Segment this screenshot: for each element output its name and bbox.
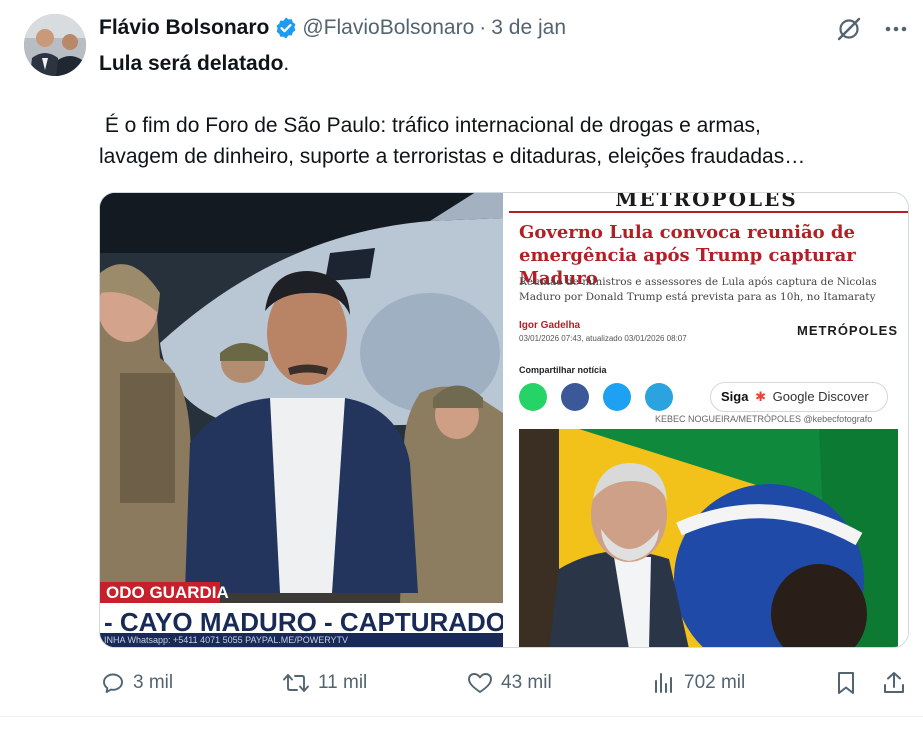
tweet-line-1: Lula será delatado. [99, 48, 909, 79]
tweet[interactable]: Flávio Bolsonaro @FlavioBolsonaro · 3 de… [0, 0, 923, 731]
author-handle[interactable]: @FlavioBolsonaro [302, 16, 474, 40]
repost-button[interactable]: 11 mil [282, 668, 367, 698]
bookmark-icon [838, 672, 854, 694]
tv-ticker: INHA Whatsapp: +5411 4071 5055 PAYPAL.ME… [100, 633, 503, 647]
photo-maduro-capture[interactable]: ODO GUARDIA - CAYO MADURO - CAPTURADO! I… [100, 193, 503, 647]
verified-badge-icon[interactable] [274, 16, 298, 40]
avatar[interactable] [24, 14, 86, 76]
tweet-text: Lula será delatado. É o fim do Foro de S… [99, 48, 909, 172]
tweet-actions: 3 mil 11 mil 43 mil 702 mil [99, 668, 909, 698]
views-count: 702 mil [684, 672, 746, 693]
article-subtitle: Reunião de ministros e assessores de Lul… [519, 276, 877, 303]
google-discover-icon: ✱ [755, 389, 766, 404]
reply-icon [103, 673, 123, 693]
views-chart-icon [655, 673, 672, 693]
facebook-icon [561, 383, 589, 411]
share-icon [884, 672, 904, 693]
like-button[interactable]: 43 mil [467, 668, 552, 698]
heart-icon [468, 673, 492, 693]
tweet-media[interactable]: ODO GUARDIA - CAYO MADURO - CAPTURADO! I… [99, 192, 909, 648]
more-options-icon[interactable] [883, 16, 909, 42]
whatsapp-icon [519, 383, 547, 411]
separator-dot: · [479, 16, 487, 39]
tweet-header: Flávio Bolsonaro @FlavioBolsonaro · 3 de… [99, 14, 566, 42]
twitter-icon [603, 383, 631, 411]
google-discover-label: Google Discover [772, 389, 869, 404]
reply-button[interactable]: 3 mil [101, 668, 173, 698]
share-label: Compartilhar notícia [519, 365, 607, 375]
metropoles-logo: METRÓPOLES [615, 193, 798, 211]
reply-count: 3 mil [133, 672, 174, 693]
telegram-icon [645, 383, 673, 411]
tweet-bold-text: Lula será delatado [99, 52, 284, 75]
lula-photo [519, 429, 898, 647]
divider [0, 716, 923, 717]
grok-icon[interactable] [835, 15, 863, 43]
google-discover-badge: Siga ✱ Google Discover [710, 382, 888, 412]
photo-credit: KEBEC NOGUEIRA/METRÓPOLES @kebecfotograf… [655, 414, 873, 424]
like-count: 43 mil [501, 672, 552, 693]
views-button[interactable]: 702 mil [652, 668, 745, 698]
header-actions [835, 14, 909, 44]
tweet-line-1-end: . [283, 52, 290, 75]
tweet-line-3: lavagem de dinheiro, suporte a terrorist… [99, 145, 806, 168]
article-brand: METRÓPOLES [796, 323, 898, 338]
author-name[interactable]: Flávio Bolsonaro [99, 16, 269, 40]
photo-metropoles-article[interactable]: METRÓPOLES Governo Lula convoca reunião … [503, 193, 908, 647]
repost-count: 11 mil [318, 672, 368, 693]
tv-news-tag: ODO GUARDIA [100, 582, 229, 604]
siga-label: Siga [721, 389, 749, 404]
share-button[interactable] [882, 668, 906, 698]
tweet-date[interactable]: 3 de jan [491, 16, 566, 40]
tweet-line-2: É o fim do Foro de São Paulo: tráfico in… [99, 114, 761, 137]
bookmark-button[interactable] [834, 668, 858, 698]
repost-icon [283, 674, 309, 692]
